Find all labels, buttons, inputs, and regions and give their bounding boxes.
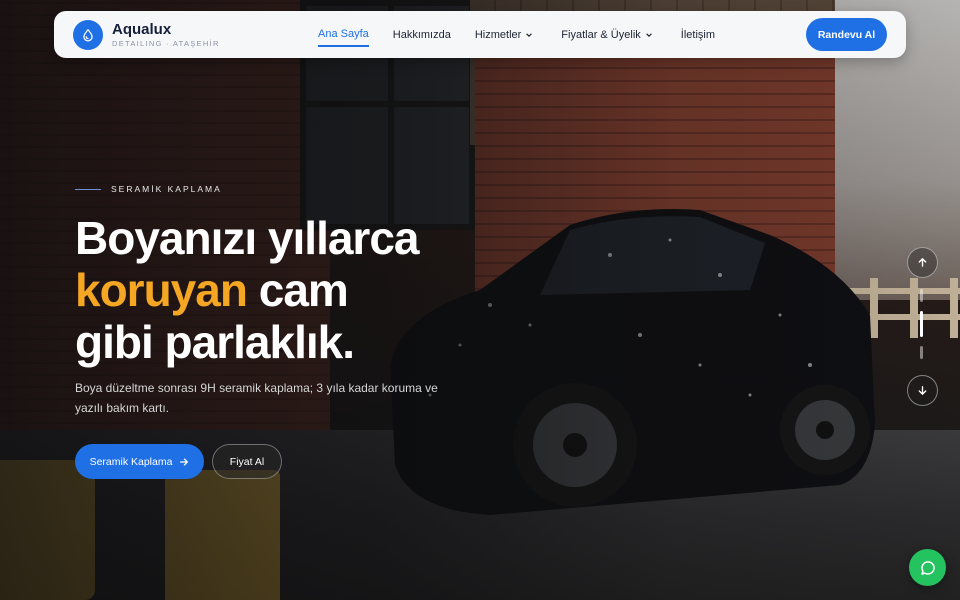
brand-text: Aqualux DETAILING · ATAŞEHİR: [112, 21, 220, 49]
main-menu: Ana Sayfa Hakkımızda Hizmetler Fiyatlar …: [318, 23, 715, 47]
nav-item-hakkimizda[interactable]: Hakkımızda: [393, 23, 451, 47]
nav-item-hizmetler[interactable]: Hizmetler: [475, 23, 533, 47]
headline-line-2: cam: [246, 264, 349, 316]
nav-item-ana-sayfa[interactable]: Ana Sayfa: [318, 23, 369, 47]
hero-description: Boya düzeltme sonrası 9H seramik kaplama…: [75, 381, 438, 415]
slide-next-button[interactable]: [907, 375, 938, 406]
hero-headline: Boyanızı yıllarca koruyan cam gibi parla…: [75, 212, 505, 368]
nav-item-label: Ana Sayfa: [318, 27, 369, 40]
slide-dot[interactable]: [920, 346, 923, 359]
brand-logo[interactable]: Aqualux DETAILING · ATAŞEHİR: [73, 19, 318, 50]
headline-accent: koruyan: [75, 264, 248, 316]
headline-line-3: gibi parlaklık.: [75, 316, 355, 368]
whatsapp-icon: [920, 560, 935, 575]
eyebrow-line: [75, 188, 101, 190]
arrow-up-icon: [918, 257, 927, 267]
hero-section: Aqualux DETAILING · ATAŞEHİR Ana Sayfa H…: [0, 0, 960, 600]
arrow-right-icon: [180, 457, 189, 466]
slide-indicators: [920, 289, 923, 359]
slide-dot-active[interactable]: [920, 311, 923, 337]
nav-item-label: İletişim: [680, 28, 715, 41]
nav-item-label: Hizmetler: [474, 28, 522, 41]
arrow-down-icon: [918, 386, 927, 396]
appointment-button[interactable]: Randevu Al: [806, 18, 887, 51]
navbar: Aqualux DETAILING · ATAŞEHİR Ana Sayfa H…: [54, 11, 906, 58]
headline-line-1: Boyanızı yıllarca: [75, 212, 419, 264]
slide-prev-button[interactable]: [907, 247, 938, 278]
eyebrow-text: SERAMİK KAPLAMA: [111, 184, 222, 194]
nav-item-fiyatlar-uyelik[interactable]: Fiyatlar & Üyelik: [561, 23, 652, 47]
ceramic-coating-button[interactable]: Seramik Kaplama: [75, 444, 204, 479]
nav-item-label: Fiyatlar & Üyelik: [561, 28, 641, 41]
chevron-down-icon: [526, 32, 533, 37]
button-label: Seramik Kaplama: [89, 455, 173, 468]
brand-subtitle: DETAILING · ATAŞEHİR: [112, 38, 220, 48]
hero-eyebrow: SERAMİK KAPLAMA: [75, 184, 222, 194]
brand-name: Aqualux: [112, 20, 172, 38]
nav-item-iletisim[interactable]: İletişim: [681, 23, 715, 47]
slide-dot[interactable]: [920, 289, 923, 302]
nav-item-label: Hakkımızda: [392, 28, 451, 41]
water-drop-icon: [73, 19, 103, 50]
get-price-button[interactable]: Fiyat Al: [212, 444, 282, 479]
chevron-down-icon: [645, 32, 652, 37]
whatsapp-chat-button[interactable]: [909, 549, 946, 586]
